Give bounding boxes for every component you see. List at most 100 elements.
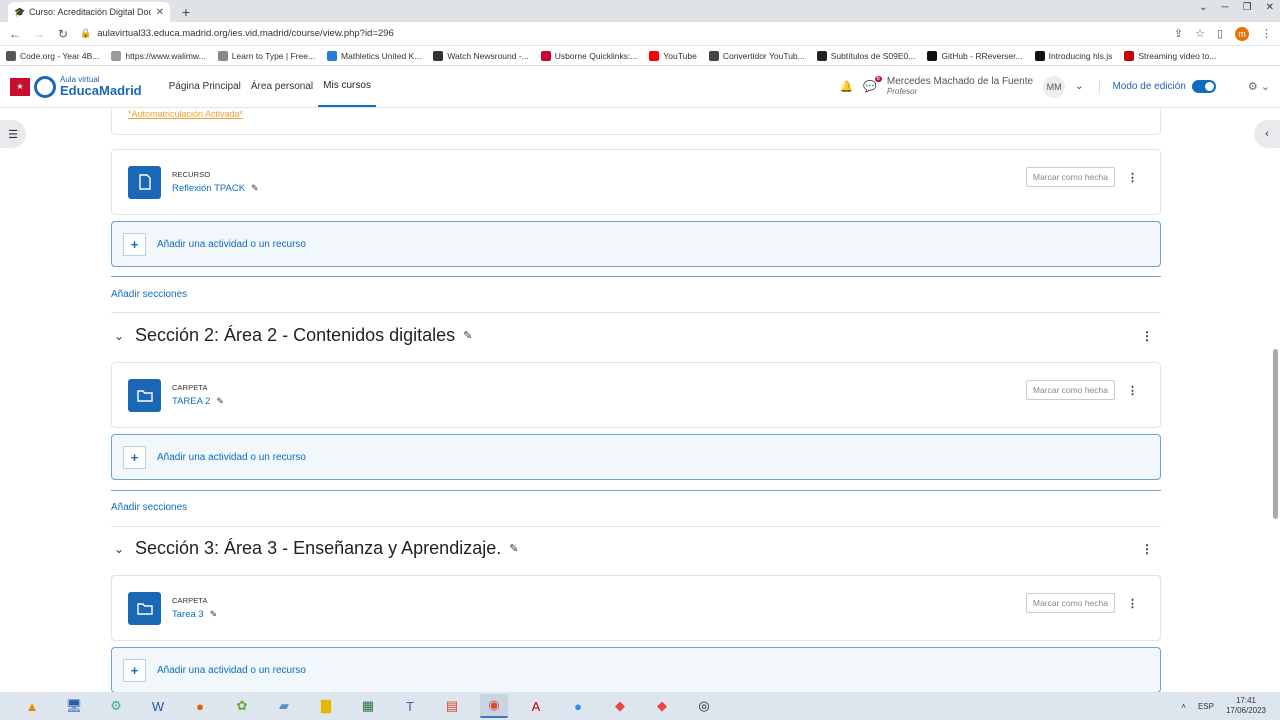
mark-done-button[interactable]: Marcar como hecha bbox=[1025, 593, 1115, 613]
add-activity-button[interactable]: + Añadir una actividad o un recurso bbox=[111, 647, 1161, 692]
word-icon[interactable]: W bbox=[144, 694, 172, 718]
share-icon[interactable]: ⇪ bbox=[1174, 27, 1183, 40]
network-icon[interactable]: ⚙ bbox=[102, 694, 130, 718]
bookmark-label: Streaming video to... bbox=[1138, 50, 1217, 61]
bookmark-item[interactable]: Streaming video to... bbox=[1124, 50, 1217, 61]
chrome-icon[interactable]: ◉ bbox=[480, 694, 508, 718]
bookmark-item[interactable]: Convertidor YouTub... bbox=[708, 50, 805, 61]
firefox-icon[interactable]: ● bbox=[186, 694, 214, 718]
chevron-down-icon[interactable]: ⌄ bbox=[111, 329, 127, 343]
zoom-icon[interactable]: ● bbox=[564, 694, 592, 718]
bookmark-label: Subtítulos de S09E0... bbox=[830, 50, 916, 61]
add-activity-button[interactable]: + Añadir una actividad o un recurso bbox=[111, 434, 1161, 480]
avatar[interactable]: MM bbox=[1043, 75, 1066, 98]
folder-icon[interactable]: ▇ bbox=[312, 694, 340, 718]
reload-icon[interactable]: ↻ bbox=[56, 27, 70, 41]
spreadsheet-icon[interactable]: ▦ bbox=[354, 694, 382, 718]
presentation-icon[interactable]: ▤ bbox=[438, 694, 466, 718]
activity-link[interactable]: Tarea 3 bbox=[172, 609, 204, 620]
settings-cog-icon[interactable]: ⚙ ⌄ bbox=[1248, 80, 1270, 93]
pencil-icon[interactable]: ✎ bbox=[216, 396, 224, 407]
star-icon[interactable]: ☆ bbox=[1195, 27, 1205, 40]
chevron-down-icon[interactable]: ⌄ bbox=[1075, 81, 1083, 92]
add-sections-link[interactable]: Añadir secciones bbox=[111, 289, 187, 300]
bookmark-item[interactable]: Introducing hls.js bbox=[1034, 50, 1112, 61]
nav-home[interactable]: Página Principal bbox=[164, 66, 246, 107]
messages-icon[interactable]: 💬 6 bbox=[863, 76, 882, 93]
profile-avatar[interactable]: m bbox=[1235, 26, 1249, 41]
language-indicator[interactable]: ESP bbox=[1198, 702, 1214, 711]
app-icon[interactable]: ✿ bbox=[228, 694, 256, 718]
activity-link[interactable]: Reflexión TPACK bbox=[172, 183, 245, 194]
close-tab-icon[interactable]: ✕ bbox=[156, 7, 164, 18]
block-drawer-toggle[interactable]: ‹ bbox=[1254, 120, 1280, 148]
clock[interactable]: 17:41 17/06/2023 bbox=[1226, 696, 1266, 715]
mark-done-button[interactable]: Marcar como hecha bbox=[1025, 167, 1115, 187]
bookmark-label: GitHub - RReverser... bbox=[941, 50, 1023, 61]
bookmark-item[interactable]: YouTube bbox=[649, 50, 697, 61]
plus-icon: + bbox=[123, 445, 146, 469]
add-activity-button[interactable]: + Añadir una actividad o un recurso bbox=[111, 221, 1161, 267]
pencil-icon[interactable]: ✎ bbox=[463, 329, 472, 342]
bookmark-favicon-icon bbox=[927, 50, 938, 61]
anydesk-icon[interactable]: ◆ bbox=[648, 694, 676, 718]
teams-icon[interactable]: T bbox=[396, 694, 424, 718]
browser-tabbar: 🎓 Curso: Acreditación Digital Doce ✕ + ⌄… bbox=[0, 0, 1280, 22]
anydesk-icon[interactable]: ◆ bbox=[606, 694, 634, 718]
forward-icon[interactable]: → bbox=[32, 27, 46, 41]
notes-icon[interactable]: ▰ bbox=[270, 694, 298, 718]
url-field[interactable]: 🔒 aulavirtual33.educa.madrid.org/ies.vid… bbox=[80, 25, 1164, 43]
bookmark-item[interactable]: Code.org - Year 4B... bbox=[6, 50, 99, 61]
bookmark-item[interactable]: https://www.walimw... bbox=[111, 50, 206, 61]
edit-mode-switch[interactable]: Modo de edición bbox=[1099, 80, 1216, 93]
nav-personal-area[interactable]: Área personal bbox=[246, 66, 318, 107]
nav-my-courses[interactable]: Mis cursos bbox=[318, 66, 376, 107]
computer-icon[interactable]: 🖥 bbox=[60, 694, 88, 718]
moodle-favicon-icon: 🎓 bbox=[14, 7, 26, 17]
self-enrol-note[interactable]: *Automatriculación Activada* bbox=[128, 109, 243, 119]
bookmark-favicon-icon bbox=[649, 50, 660, 61]
acrobat-icon[interactable]: A bbox=[522, 694, 550, 718]
pencil-icon[interactable]: ✎ bbox=[210, 609, 218, 620]
vlc-icon[interactable]: ▲ bbox=[18, 694, 46, 718]
lock-icon[interactable]: 🔒 bbox=[80, 28, 91, 39]
bookmark-item[interactable]: Usborne Quicklinks:... bbox=[540, 50, 637, 61]
edit-mode-toggle[interactable] bbox=[1191, 80, 1216, 93]
pencil-icon[interactable]: ✎ bbox=[251, 183, 259, 194]
activity-link[interactable]: TAREA 2 bbox=[172, 396, 210, 407]
kebab-menu-icon[interactable]: ⋮ bbox=[1127, 597, 1138, 610]
add-activity-label: Añadir una actividad o un recurso bbox=[157, 664, 306, 676]
sidepanel-icon[interactable]: ▯ bbox=[1217, 27, 1223, 40]
minimize-icon[interactable]: ─ bbox=[1222, 2, 1229, 13]
chevron-up-icon[interactable]: ˄ bbox=[1181, 702, 1186, 711]
kebab-menu-icon[interactable]: ⋮ bbox=[1127, 384, 1138, 397]
chevron-down-icon[interactable]: ⌄ bbox=[111, 542, 127, 556]
user-menu[interactable]: Mercedes Machado de la Fuente Profesor bbox=[887, 77, 1033, 96]
obs-icon[interactable]: ◎ bbox=[690, 694, 718, 718]
section-title: Sección 2: Área 2 - Contenidos digitales bbox=[135, 325, 456, 345]
kebab-menu-icon[interactable]: ⋮ bbox=[1141, 542, 1153, 556]
notifications-bell-icon[interactable]: 🔔 bbox=[839, 80, 853, 93]
bookmark-item[interactable]: Subtítulos de S09E0... bbox=[816, 50, 916, 61]
bookmark-item[interactable]: GitHub - RReverser... bbox=[927, 50, 1023, 61]
bookmark-item[interactable]: Learn to Type | Free... bbox=[217, 50, 315, 61]
bookmark-item[interactable]: Mathletics United K... bbox=[327, 50, 421, 61]
back-icon[interactable]: ← bbox=[8, 27, 22, 41]
edit-mode-label: Modo de edición bbox=[1112, 81, 1186, 92]
site-logo[interactable]: ★ Aula virtual EducaMadrid bbox=[10, 75, 142, 98]
chevron-down-icon[interactable]: ⌄ bbox=[1199, 2, 1207, 13]
menu-icon[interactable]: ⋮ bbox=[1261, 27, 1272, 40]
bookmark-item[interactable]: Watch Newsround -... bbox=[433, 50, 529, 61]
close-window-icon[interactable]: ✕ bbox=[1266, 2, 1274, 13]
page-scrollbar[interactable] bbox=[1273, 349, 1278, 519]
user-role: Profesor bbox=[886, 86, 918, 96]
restore-icon[interactable]: ❐ bbox=[1243, 2, 1252, 13]
browser-tab[interactable]: 🎓 Curso: Acreditación Digital Doce ✕ bbox=[8, 2, 170, 22]
system-tray: ˄ ESP 17:41 17/06/2023 bbox=[1181, 696, 1280, 715]
add-sections-link[interactable]: Añadir secciones bbox=[111, 502, 187, 513]
kebab-menu-icon[interactable]: ⋮ bbox=[1127, 171, 1138, 184]
new-tab-button[interactable]: + bbox=[176, 2, 196, 22]
pencil-icon[interactable]: ✎ bbox=[509, 542, 518, 555]
kebab-menu-icon[interactable]: ⋮ bbox=[1141, 329, 1153, 343]
mark-done-button[interactable]: Marcar como hecha bbox=[1025, 380, 1115, 400]
